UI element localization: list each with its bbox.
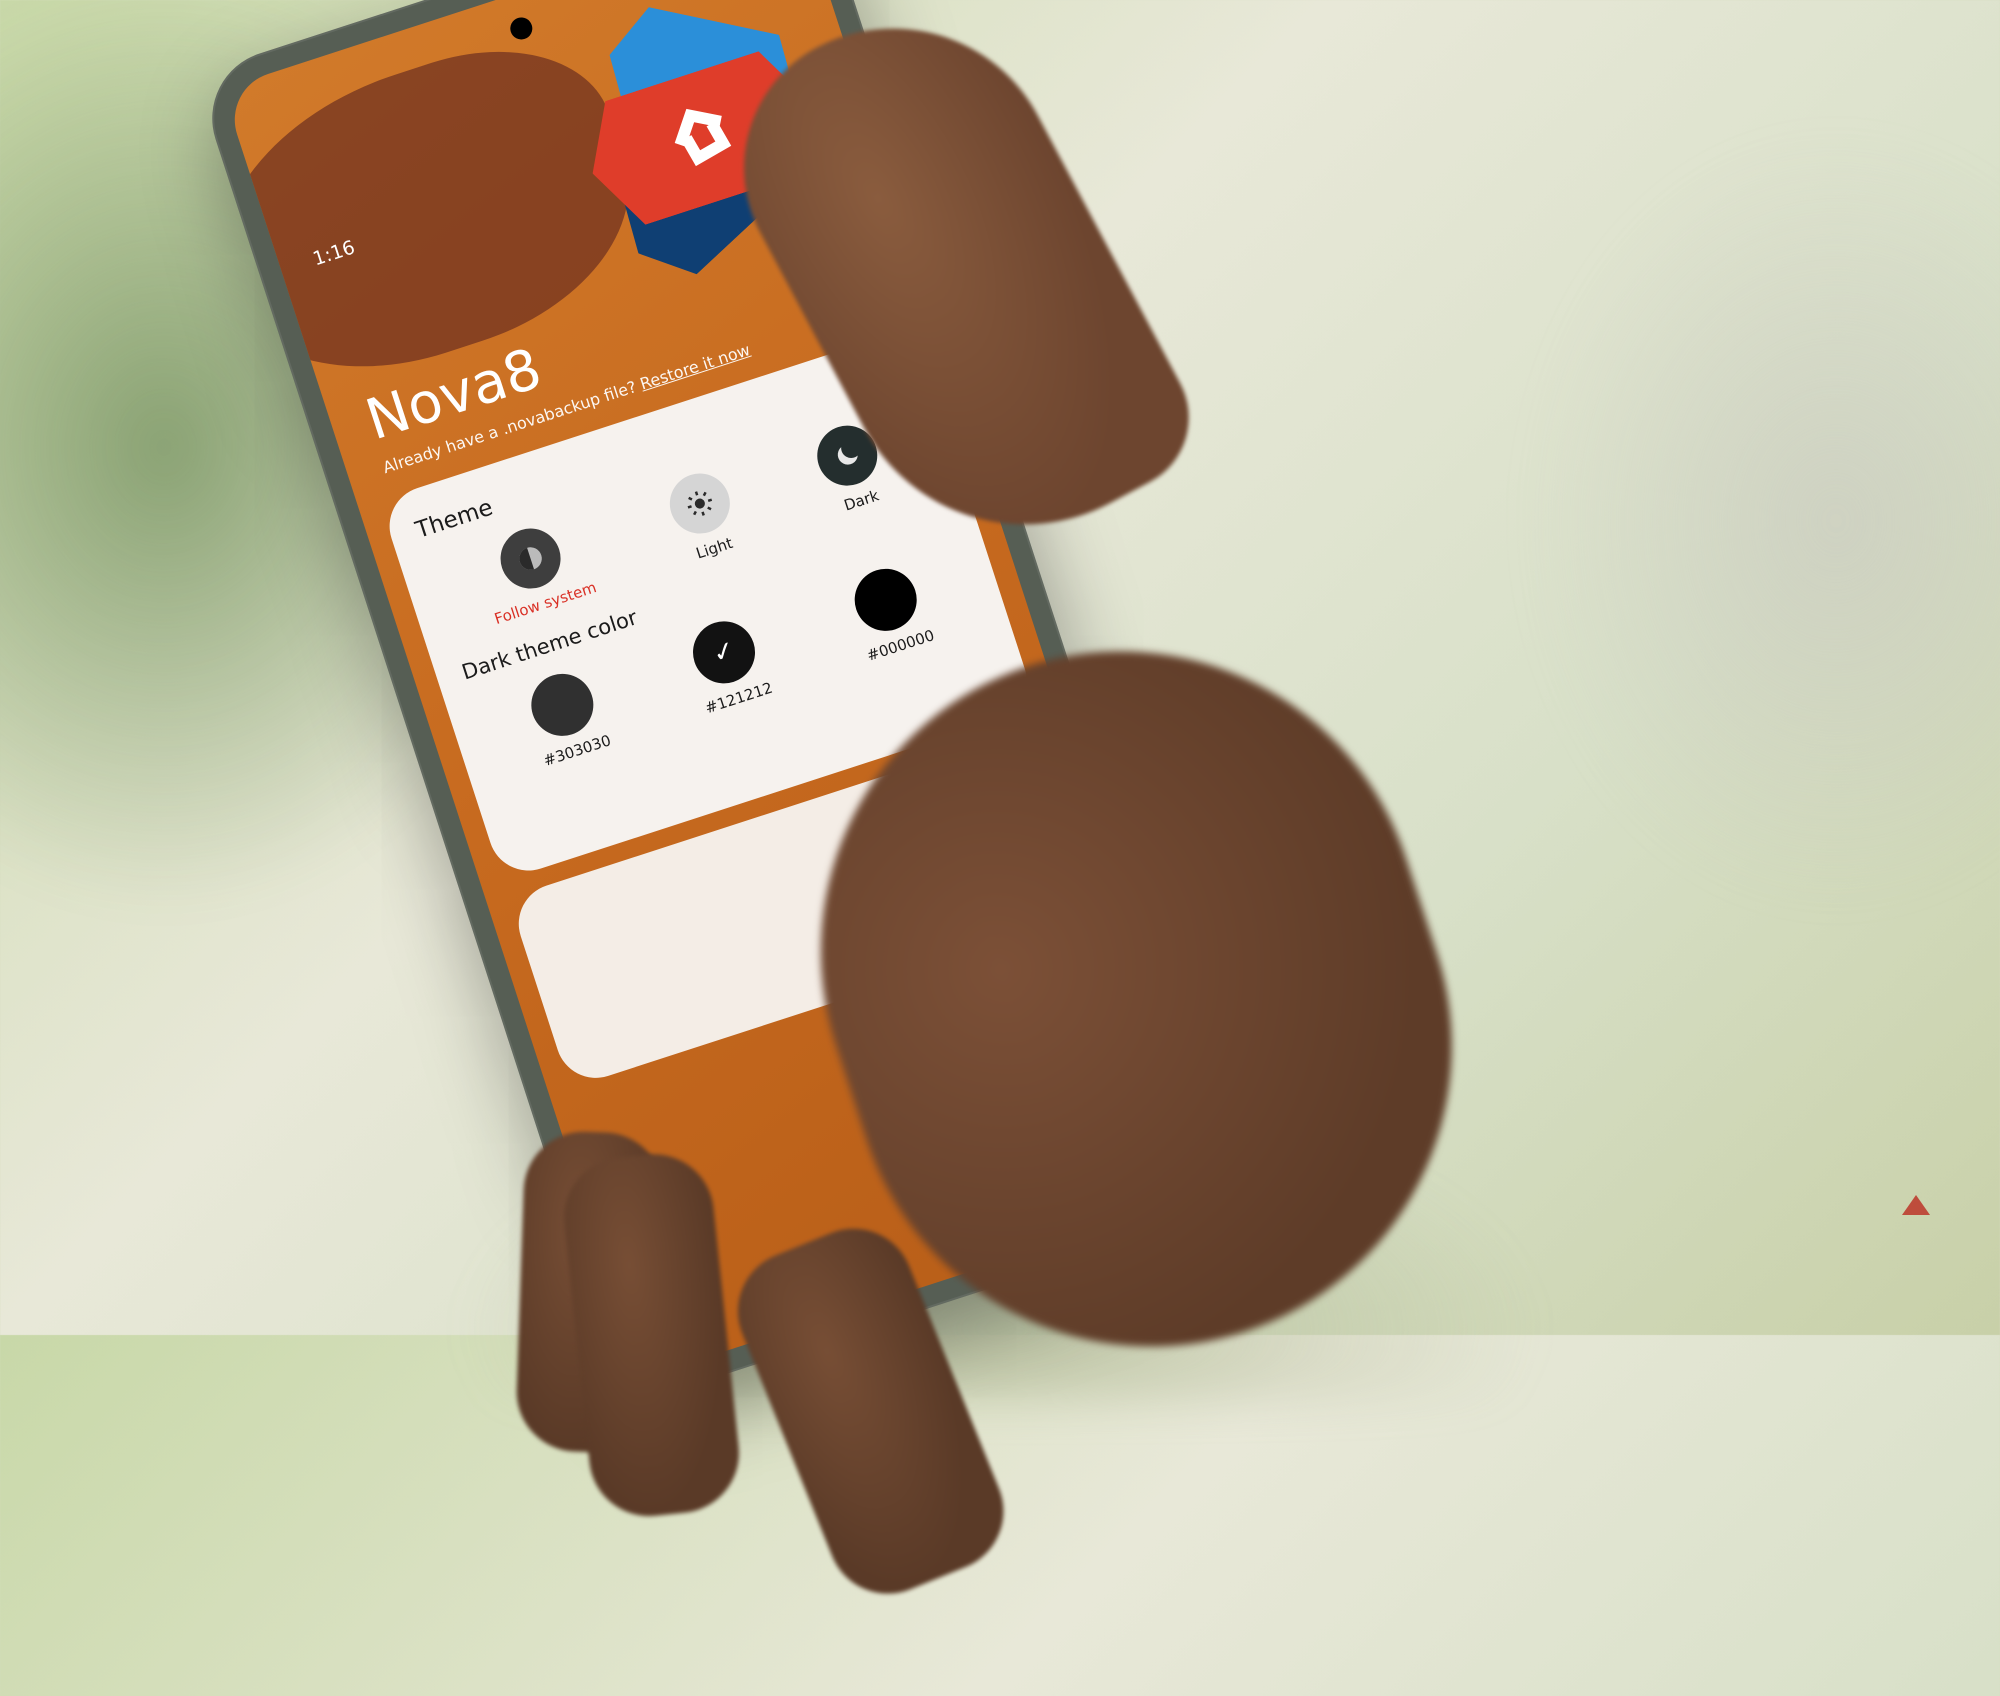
color-swatch [847,561,925,639]
theme-option-label: Light [694,534,735,563]
overlay-decoration [1902,1195,1930,1215]
theme-option-follow-system[interactable]: Follow system [471,514,598,629]
dark-color-option-000000[interactable]: #000000 [843,560,937,665]
theme-option-dark[interactable]: Dark [809,418,893,518]
color-swatch [523,666,601,744]
theme-option-label: Dark [842,486,881,514]
color-swatch-label: #303030 [541,731,613,770]
dark-color-option-303030[interactable]: #303030 [520,665,614,770]
sun-icon [662,466,738,542]
dark-color-option-121212[interactable]: #121212 [681,612,775,717]
contrast-icon [493,521,569,597]
moon-icon [809,418,885,494]
color-swatch-label: #000000 [865,626,937,665]
theme-option-light[interactable]: Light [662,466,746,566]
color-swatch-selected [685,613,763,691]
